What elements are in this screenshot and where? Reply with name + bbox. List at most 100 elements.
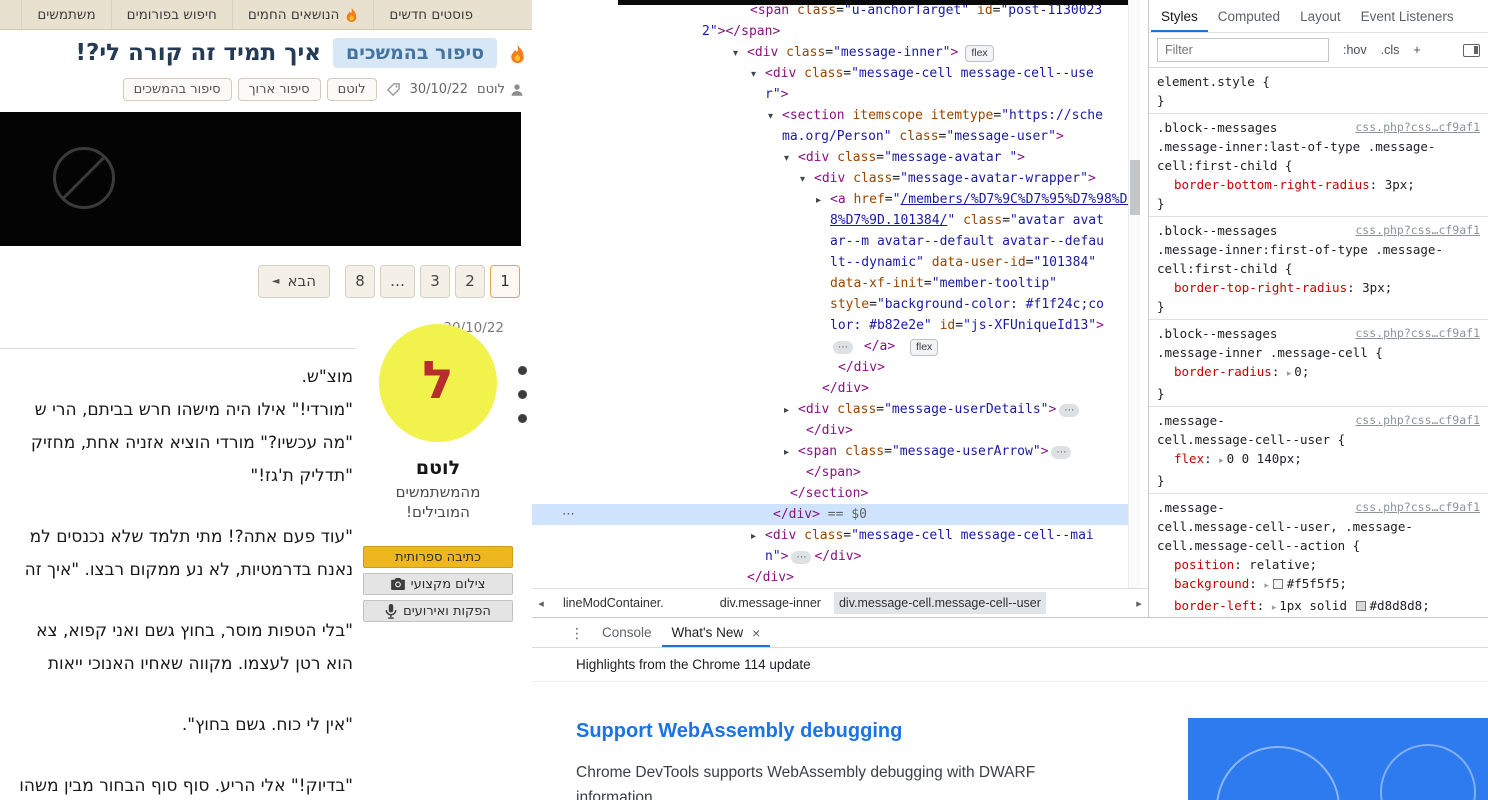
breadcrumb-scroll-left-icon[interactable]: ◂ <box>532 597 550 610</box>
tab-computed[interactable]: Computed <box>1208 0 1290 32</box>
stylesheet-source-link[interactable]: css.php?css…cf9af1 <box>1355 221 1480 240</box>
dom-tree-node[interactable]: style="background-color: #f1f24c;co <box>532 294 1136 315</box>
hidden-children-button[interactable]: ⋯ <box>1051 446 1071 459</box>
page-button[interactable]: 8 <box>345 265 375 298</box>
dom-tree-node[interactable]: ▾<div class="message-avatar-wrapper"> <box>532 168 1136 189</box>
dom-tree-node[interactable]: </span> <box>532 462 1136 483</box>
css-property[interactable]: border-top-right-radius: 3px; <box>1157 278 1480 297</box>
css-property[interactable]: flex: ▸ 0 0 140px; <box>1157 449 1480 471</box>
disclosure-collapsed-icon[interactable]: ▸ <box>784 400 798 421</box>
color-swatch[interactable] <box>1273 579 1283 589</box>
dom-tree-node[interactable]: </div> <box>532 567 1136 588</box>
toolbar-button[interactable]: :hov <box>1343 43 1367 57</box>
disclosure-expanded-icon[interactable]: ▾ <box>751 64 765 85</box>
rule-selector[interactable]: cell:first-child { <box>1157 259 1480 278</box>
rule-selector[interactable]: .message-inner .message-cell { <box>1157 343 1480 362</box>
rule-selector[interactable]: .message-inner:last-of-type .message- <box>1157 137 1480 156</box>
dom-tree-node[interactable]: </div> <box>532 357 1136 378</box>
rule-selector[interactable]: cell:first-child { <box>1157 156 1480 175</box>
forum-nav-item[interactable]: חיפוש בפורומים <box>111 0 232 29</box>
breadcrumb-item[interactable]: div.message-cell.message-cell--user <box>834 592 1046 614</box>
forum-nav-item[interactable]: פוסטים חדשים <box>373 0 488 29</box>
drawer-menu-icon[interactable]: ⋮ <box>570 618 584 648</box>
disclosure-expanded-icon[interactable]: ▾ <box>800 169 814 190</box>
dom-tree-node[interactable]: 2"></span> <box>532 21 1136 42</box>
dom-tree-node[interactable]: </div> <box>532 420 1136 441</box>
page-button[interactable]: … <box>380 265 415 298</box>
dom-tree-node[interactable]: lor: #b82e2e" id="js-XFUniqueId13"> <box>532 315 1136 336</box>
css-property[interactable]: border-bottom-right-radius: 3px; <box>1157 175 1480 194</box>
element-state-panel-icon[interactable] <box>1463 44 1480 57</box>
dom-tree-node[interactable]: 8%D7%9D.101384/" class="avatar avat <box>532 210 1136 231</box>
hidden-children-button[interactable]: ⋯ <box>1059 404 1079 417</box>
stylesheet-source-link[interactable]: css.php?css…cf9af1 <box>1355 118 1480 137</box>
disclosure-collapsed-icon[interactable]: ▸ <box>816 190 830 211</box>
css-property[interactable]: background: ▸ #f5f5f5; <box>1157 574 1480 596</box>
dom-tree-node[interactable]: ▾<div class="message-cell message-cell--… <box>532 63 1136 84</box>
dom-tree-node[interactable]: ma.org/Person" class="message-user"> <box>532 126 1136 147</box>
expand-value-icon[interactable]: ▸ <box>1219 456 1226 466</box>
dom-tree-node[interactable]: </div> <box>532 378 1136 399</box>
username[interactable]: לוטם <box>356 457 520 479</box>
forum-nav-item[interactable]: הנושאים החמים <box>232 0 374 29</box>
dom-tree-node[interactable]: ▸<span class="message-userArrow">⋯ <box>532 441 1136 462</box>
thread-author[interactable]: לוטם <box>477 82 524 97</box>
hidden-children-button[interactable]: ⋯ <box>791 551 811 564</box>
dom-tree-node[interactable]: ▸<div class="message-userDetails">⋯ <box>532 399 1136 420</box>
user-banner[interactable]: הפקות ואירועים <box>363 600 513 622</box>
elements-scrollbar[interactable] <box>1128 0 1140 588</box>
rule-selector[interactable]: .message-inner:first-of-type .message- <box>1157 240 1480 259</box>
next-page-button[interactable]: הבא◄ <box>258 265 330 298</box>
tab-styles[interactable]: Styles <box>1151 0 1208 32</box>
disclosure-expanded-icon[interactable]: ▾ <box>768 106 782 127</box>
user-banner[interactable]: כתיבה ספרותית <box>363 546 513 568</box>
thread-tag[interactable]: סיפור בהמשכים <box>123 78 232 101</box>
tab-layout[interactable]: Layout <box>1290 0 1351 32</box>
tab-event-listeners[interactable]: Event Listeners <box>1351 0 1464 32</box>
dom-tree-node[interactable]: ⋯ </a> flex <box>532 336 1136 357</box>
thread-tag[interactable]: לוטם <box>327 78 377 101</box>
page-button[interactable]: 2 <box>455 265 485 298</box>
close-tab-button[interactable]: × <box>752 625 760 641</box>
hidden-children-button[interactable]: ⋯ <box>833 341 853 354</box>
rule-selector[interactable]: element.style { <box>1157 72 1480 91</box>
dom-tree-node[interactable]: r"> <box>532 84 1136 105</box>
dom-tree-node[interactable]: ⋯</div> == $0 <box>532 504 1136 525</box>
forum-nav-item[interactable]: משתמשים <box>21 0 110 29</box>
flex-badge[interactable]: flex <box>965 45 993 62</box>
stylesheet-source-link[interactable]: css.php?css…cf9af1 <box>1355 411 1480 430</box>
stylesheet-source-link[interactable]: css.php?css…cf9af1 <box>1355 498 1480 517</box>
css-property[interactable]: border-left: ▸ 1px solid #d8d8d8; <box>1157 596 1480 617</box>
rule-selector[interactable]: cell.message-cell--user, .message- <box>1157 517 1480 536</box>
stylesheet-source-link[interactable]: css.php?css…cf9af1 <box>1355 324 1480 343</box>
toolbar-button[interactable]: + <box>1413 43 1420 57</box>
scrollbar-thumb[interactable] <box>1130 160 1140 215</box>
dom-tree-node[interactable]: ▾<section itemscope itemtype="https://sc… <box>532 105 1136 126</box>
avatar[interactable]: ל <box>379 324 497 442</box>
node-menu-button[interactable]: ⋯ <box>562 504 575 525</box>
breadcrumb-scroll-right-icon[interactable]: ▸ <box>1130 597 1148 610</box>
post-menu-dots[interactable] <box>518 366 527 438</box>
color-swatch[interactable] <box>1356 601 1366 611</box>
page-button[interactable]: 1 <box>490 265 520 298</box>
dom-tree-node[interactable]: ▸<div class="message-cell message-cell--… <box>532 525 1136 546</box>
disclosure-collapsed-icon[interactable]: ▸ <box>784 442 798 463</box>
rule-selector[interactable]: cell.message-cell--action { <box>1157 536 1480 555</box>
breadcrumb-item[interactable]: lineModContainer. <box>558 592 669 614</box>
drawer-tab-what-s-new[interactable]: What's New× <box>662 618 771 647</box>
disclosure-collapsed-icon[interactable]: ▸ <box>751 526 765 547</box>
dom-tree-node[interactable]: ▾<div class="message-avatar "> <box>532 147 1136 168</box>
toolbar-button[interactable]: .cls <box>1381 43 1400 57</box>
css-property[interactable]: position: relative; <box>1157 555 1480 574</box>
page-button[interactable]: 3 <box>420 265 450 298</box>
thread-prefix-badge[interactable]: סיפור בהמשכים <box>333 38 497 68</box>
disclosure-expanded-icon[interactable]: ▾ <box>784 148 798 169</box>
css-property[interactable]: border-radius: ▸ 0; <box>1157 362 1480 384</box>
thread-date[interactable]: 30/10/22 <box>410 82 468 97</box>
styles-filter-input[interactable] <box>1157 38 1329 62</box>
user-banner[interactable]: צילום מקצועי <box>363 573 513 595</box>
drawer-tab-console[interactable]: Console <box>592 618 662 647</box>
dom-tree-node[interactable]: ▸<a href="/members/%D7%9C%D7%95%D7%98%D7… <box>532 189 1136 210</box>
expand-value-icon[interactable]: ▸ <box>1264 581 1271 591</box>
flex-badge[interactable]: flex <box>910 339 938 356</box>
